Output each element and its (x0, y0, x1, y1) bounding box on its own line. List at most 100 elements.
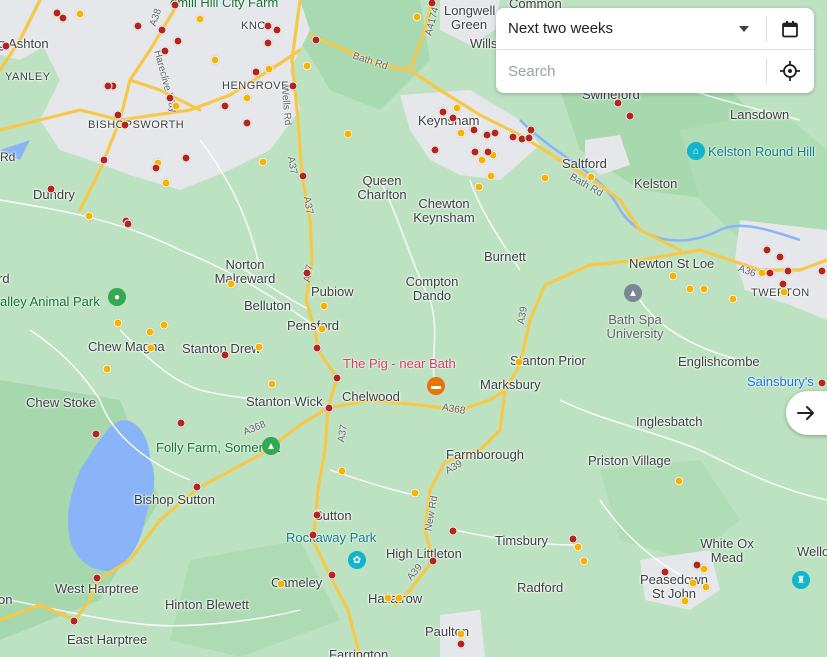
event-marker-orange[interactable] (477, 155, 487, 165)
event-marker-red[interactable] (151, 163, 161, 173)
event-marker-orange[interactable] (337, 466, 347, 476)
event-marker-orange[interactable] (195, 14, 205, 24)
event-marker-red[interactable] (428, 556, 438, 566)
event-marker-orange[interactable] (267, 379, 277, 389)
event-marker-red[interactable] (765, 268, 775, 278)
event-marker-orange[interactable] (699, 284, 709, 294)
event-marker-red[interactable] (783, 266, 793, 276)
event-marker-orange[interactable] (145, 327, 155, 337)
event-marker-orange[interactable] (242, 93, 252, 103)
event-marker-red[interactable] (91, 429, 101, 439)
event-marker-red[interactable] (123, 219, 133, 229)
event-marker-orange[interactable] (579, 556, 589, 566)
event-marker-orange[interactable] (688, 578, 698, 588)
event-marker-red[interactable] (272, 25, 282, 35)
event-marker-red[interactable] (288, 81, 298, 91)
event-marker-red[interactable] (220, 101, 230, 111)
event-marker-red[interactable] (430, 145, 440, 155)
poi-label[interactable]: alley Animal Park (0, 295, 100, 309)
poi-label[interactable]: Sainsbury's (747, 375, 814, 389)
event-marker-red[interactable] (311, 35, 321, 45)
event-marker-red[interactable] (448, 526, 458, 536)
event-marker-orange[interactable] (317, 324, 327, 334)
event-marker-orange[interactable] (258, 157, 268, 167)
event-marker-red[interactable] (456, 639, 466, 649)
event-marker-orange[interactable] (84, 211, 94, 221)
event-marker-red[interactable] (113, 110, 123, 120)
event-marker-orange[interactable] (410, 488, 420, 498)
event-marker-orange[interactable] (319, 301, 329, 311)
event-marker-orange[interactable] (210, 55, 220, 65)
event-marker-orange[interactable] (452, 103, 462, 113)
event-marker-red[interactable] (165, 93, 175, 103)
event-marker-red[interactable] (775, 252, 785, 262)
event-marker-red[interactable] (220, 350, 230, 360)
event-marker-red[interactable] (263, 21, 273, 31)
event-marker-orange[interactable] (779, 287, 789, 297)
event-marker-red[interactable] (613, 98, 623, 108)
event-marker-red[interactable] (160, 46, 170, 56)
event-marker-red[interactable] (69, 616, 79, 626)
poi-label[interactable]: Kelston Round Hill (708, 145, 815, 159)
event-marker-orange[interactable] (514, 357, 524, 367)
event-marker-red[interactable] (133, 21, 143, 31)
event-marker-orange[interactable] (728, 294, 738, 304)
event-marker-orange[interactable] (343, 129, 353, 139)
event-marker-red[interactable] (176, 418, 186, 428)
poi-label[interactable]: dmill Hill City Farm (170, 0, 278, 10)
event-marker-red[interactable] (470, 147, 480, 157)
poi-label[interactable]: Bath Spa University (605, 313, 665, 341)
period-select[interactable]: Next two weeks (496, 20, 734, 37)
event-marker-orange[interactable] (540, 173, 550, 183)
event-marker-red[interactable] (817, 378, 827, 388)
event-marker-red[interactable] (448, 113, 458, 123)
park-icon[interactable]: ✿ (348, 551, 366, 569)
event-marker-orange[interactable] (474, 182, 484, 192)
event-marker-orange[interactable] (146, 343, 156, 353)
landmark-icon[interactable]: ⌂ (687, 142, 705, 160)
event-marker-orange[interactable] (264, 64, 274, 74)
event-marker-red[interactable] (46, 184, 56, 194)
event-marker-orange[interactable] (254, 342, 264, 352)
event-marker-red[interactable] (251, 67, 261, 77)
event-marker-red[interactable] (263, 38, 273, 48)
event-marker-red[interactable] (1, 41, 11, 51)
hotel-bed-icon[interactable]: ▬ (427, 377, 445, 395)
event-marker-orange[interactable] (102, 364, 112, 374)
search-input[interactable] (496, 51, 766, 91)
event-marker-orange[interactable] (159, 320, 169, 330)
event-marker-red[interactable] (762, 245, 772, 255)
event-marker-red[interactable] (483, 147, 493, 157)
expand-list-button[interactable] (786, 391, 827, 435)
event-marker-orange[interactable] (383, 593, 393, 603)
event-marker-red[interactable] (526, 125, 536, 135)
poi-label[interactable]: The Pig - near Bath (343, 357, 456, 371)
event-marker-orange[interactable] (412, 12, 422, 22)
castle-icon[interactable]: ♜ (792, 571, 810, 589)
event-marker-red[interactable] (817, 266, 827, 276)
event-marker-red[interactable] (181, 153, 191, 163)
event-marker-orange[interactable] (486, 171, 496, 181)
event-marker-red[interactable] (298, 171, 308, 181)
event-marker-red[interactable] (173, 36, 183, 46)
event-marker-orange[interactable] (226, 279, 236, 289)
event-marker-red[interactable] (120, 120, 130, 130)
event-marker-orange[interactable] (161, 178, 171, 188)
event-marker-red[interactable] (625, 111, 635, 121)
event-marker-orange[interactable] (586, 172, 596, 182)
event-marker-red[interactable] (324, 403, 334, 413)
event-marker-red[interactable] (508, 132, 518, 142)
event-marker-red[interactable] (469, 125, 479, 135)
event-marker-red[interactable] (312, 343, 322, 353)
event-marker-red[interactable] (170, 0, 180, 10)
event-marker-orange[interactable] (757, 268, 767, 278)
event-marker-orange[interactable] (674, 476, 684, 486)
tree-icon[interactable]: ▲ (262, 437, 280, 455)
event-marker-red[interactable] (99, 155, 109, 165)
event-marker-orange[interactable] (573, 542, 583, 552)
event-marker-orange[interactable] (302, 61, 312, 71)
map-canvas[interactable]: Common Longwell Green Wills g Ashton YAN… (0, 0, 827, 657)
event-marker-orange[interactable] (75, 9, 85, 19)
event-marker-red[interactable] (302, 268, 312, 278)
event-marker-orange[interactable] (171, 101, 181, 111)
